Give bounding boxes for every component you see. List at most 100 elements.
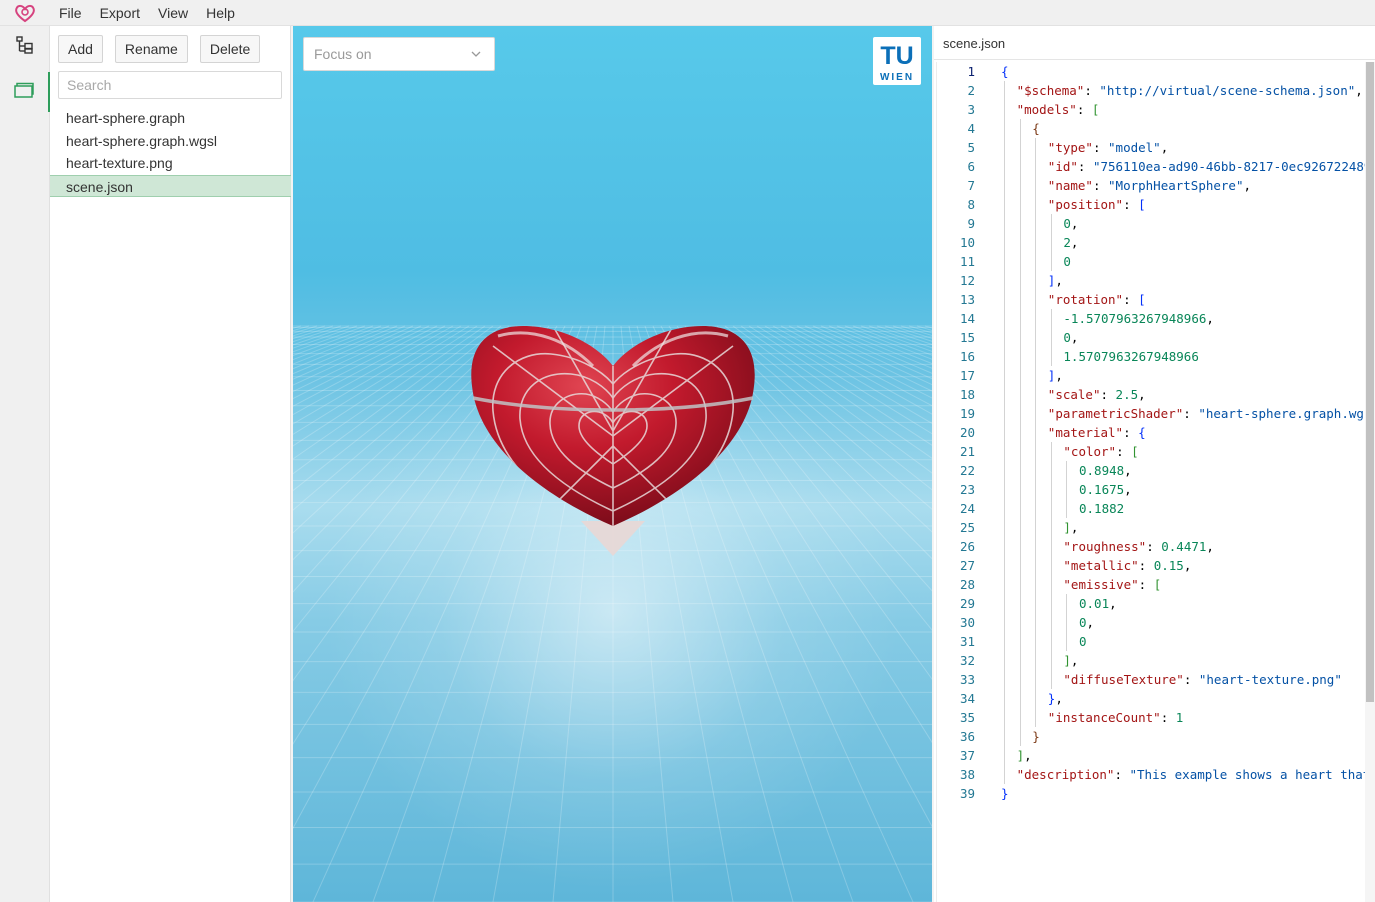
- line-number: 31: [959, 634, 975, 649]
- code-line[interactable]: 14 -1.5707963267948966,: [937, 309, 1367, 328]
- code-text: {: [1001, 64, 1009, 79]
- code-line[interactable]: 5 "type": "model",: [937, 138, 1367, 157]
- line-number: 17: [959, 368, 975, 383]
- code-line[interactable]: 19 "parametricShader": "heart-sphere.grap…: [937, 404, 1367, 423]
- line-number: 8: [967, 197, 975, 212]
- code-line[interactable]: 15 0,: [937, 328, 1367, 347]
- code-line[interactable]: 9 0,: [937, 214, 1367, 233]
- indent-guide: [1050, 309, 1052, 366]
- code-line[interactable]: 30 0,: [937, 613, 1367, 632]
- code-line[interactable]: 39}: [937, 784, 1367, 803]
- code-line[interactable]: 3 "models": [: [937, 100, 1367, 119]
- file-item-heart-sphere-graph[interactable]: heart-sphere.graph: [50, 107, 291, 130]
- code-text: 0.1675,: [1079, 482, 1132, 497]
- code-text: "instanceCount": 1: [1047, 710, 1184, 725]
- code-text: "color": [: [1063, 444, 1139, 459]
- indent-guide: [1050, 214, 1052, 271]
- 3d-viewport[interactable]: Focus on TU WIEN: [293, 26, 932, 902]
- menu-export[interactable]: Export: [91, 0, 149, 26]
- files-icon: [13, 80, 35, 105]
- code-line[interactable]: 24 0.1882: [937, 499, 1367, 518]
- code-line[interactable]: 27 "metallic": 0.15,: [937, 556, 1367, 575]
- line-number: 25: [959, 520, 975, 535]
- menu-bar: File Export View Help: [0, 0, 1375, 26]
- code-text: 0.01,: [1079, 596, 1117, 611]
- line-number: 38: [959, 767, 975, 782]
- rename-button[interactable]: Rename: [114, 35, 188, 63]
- menu-file[interactable]: File: [50, 0, 91, 26]
- code-line[interactable]: 38 "description": "This example shows a h…: [937, 765, 1367, 784]
- code-line[interactable]: 12],: [937, 271, 1367, 290]
- code-line[interactable]: 29 0.01,: [937, 594, 1367, 613]
- add-button[interactable]: Add: [58, 35, 103, 63]
- code-line[interactable]: 17],: [937, 366, 1367, 385]
- code-line[interactable]: 16 1.5707963267948966: [937, 347, 1367, 366]
- delete-button[interactable]: Delete: [199, 35, 261, 63]
- menu-help[interactable]: Help: [197, 0, 244, 26]
- line-number: 18: [959, 387, 975, 402]
- code-line[interactable]: 26 "roughness": 0.4471,: [937, 537, 1367, 556]
- code-line[interactable]: 34},: [937, 689, 1367, 708]
- code-line[interactable]: 35 "instanceCount": 1: [937, 708, 1367, 727]
- code-line[interactable]: 10 2,: [937, 233, 1367, 252]
- line-number: 21: [959, 444, 975, 459]
- code-text: "position": [: [1047, 197, 1146, 212]
- code-line[interactable]: 13 "rotation": [: [937, 290, 1367, 309]
- code-line[interactable]: 37],: [937, 746, 1367, 765]
- indent-guide: [1004, 81, 1005, 784]
- line-number: 3: [967, 102, 975, 117]
- editor-scrollbar[interactable]: [1365, 62, 1375, 902]
- code-text: "diffuseTexture": "heart-texture.png": [1063, 672, 1342, 687]
- code-line[interactable]: 1{: [937, 62, 1367, 81]
- line-number: 16: [959, 349, 975, 364]
- code-line[interactable]: 36}: [937, 727, 1367, 746]
- editor-scrollbar-thumb[interactable]: [1366, 62, 1374, 702]
- code-text: ],: [1047, 273, 1063, 288]
- code-text: 1.5707963267948966: [1063, 349, 1199, 364]
- code-line[interactable]: 22 0.8948,: [937, 461, 1367, 480]
- line-number: 30: [959, 615, 975, 630]
- line-number: 20: [959, 425, 975, 440]
- line-number: 39: [959, 786, 975, 801]
- code-text: "parametricShader": "heart-sphere.graph.…: [1047, 406, 1367, 421]
- code-line[interactable]: 6 "id": "756110ea-ad90-46bb-8217-0ec92672…: [937, 157, 1367, 176]
- search-input[interactable]: [58, 71, 282, 99]
- code-line[interactable]: 11 0: [937, 252, 1367, 271]
- code-area[interactable]: 1{2 "$schema": "http://virtual/scene-sche…: [936, 62, 1367, 902]
- code-line[interactable]: 25],: [937, 518, 1367, 537]
- files-view-button[interactable]: [0, 72, 50, 112]
- file-item-heart-texture-png[interactable]: heart-texture.png: [50, 152, 291, 175]
- code-text: 2,: [1063, 235, 1079, 250]
- code-line[interactable]: 28 "emissive": [: [937, 575, 1367, 594]
- editor-tab-title[interactable]: scene.json: [934, 26, 1375, 60]
- code-line[interactable]: 23 0.1675,: [937, 480, 1367, 499]
- code-line[interactable]: 33 "diffuseTexture": "heart-texture.png": [937, 670, 1367, 689]
- file-panel: Add Rename Delete heart-sphere.graph hea…: [50, 26, 291, 902]
- line-number: 26: [959, 539, 975, 554]
- code-text: "metallic": 0.15,: [1063, 558, 1192, 573]
- heart-model: [471, 326, 755, 556]
- line-number: 11: [959, 254, 975, 269]
- code-line[interactable]: 32],: [937, 651, 1367, 670]
- line-number: 4: [967, 121, 975, 136]
- menu-view[interactable]: View: [149, 0, 197, 26]
- code-line[interactable]: 7 "name": "MorphHeartSphere",: [937, 176, 1367, 195]
- code-text: },: [1047, 691, 1063, 706]
- code-line[interactable]: 21 "color": [: [937, 442, 1367, 461]
- outline-view-button[interactable]: [0, 27, 50, 67]
- line-number: 24: [959, 501, 975, 516]
- code-text: 0: [1063, 254, 1071, 269]
- code-line[interactable]: 2 "$schema": "http://virtual/scene-schema…: [937, 81, 1367, 100]
- code-line[interactable]: 4{: [937, 119, 1367, 138]
- code-line[interactable]: 31 0: [937, 632, 1367, 651]
- line-number: 2: [967, 83, 975, 98]
- code-text: 0,: [1079, 615, 1095, 630]
- code-line[interactable]: 18 "scale": 2.5,: [937, 385, 1367, 404]
- code-line[interactable]: 8 "position": [: [937, 195, 1367, 214]
- file-item-scene-json[interactable]: scene.json: [50, 174, 291, 197]
- code-line[interactable]: 20 "material": {: [937, 423, 1367, 442]
- file-item-heart-sphere-graph-wgsl[interactable]: heart-sphere.graph.wgsl: [50, 130, 291, 153]
- code-text: 0: [1079, 634, 1087, 649]
- line-number: 34: [959, 691, 975, 706]
- code-text: "models": [: [1016, 102, 1100, 117]
